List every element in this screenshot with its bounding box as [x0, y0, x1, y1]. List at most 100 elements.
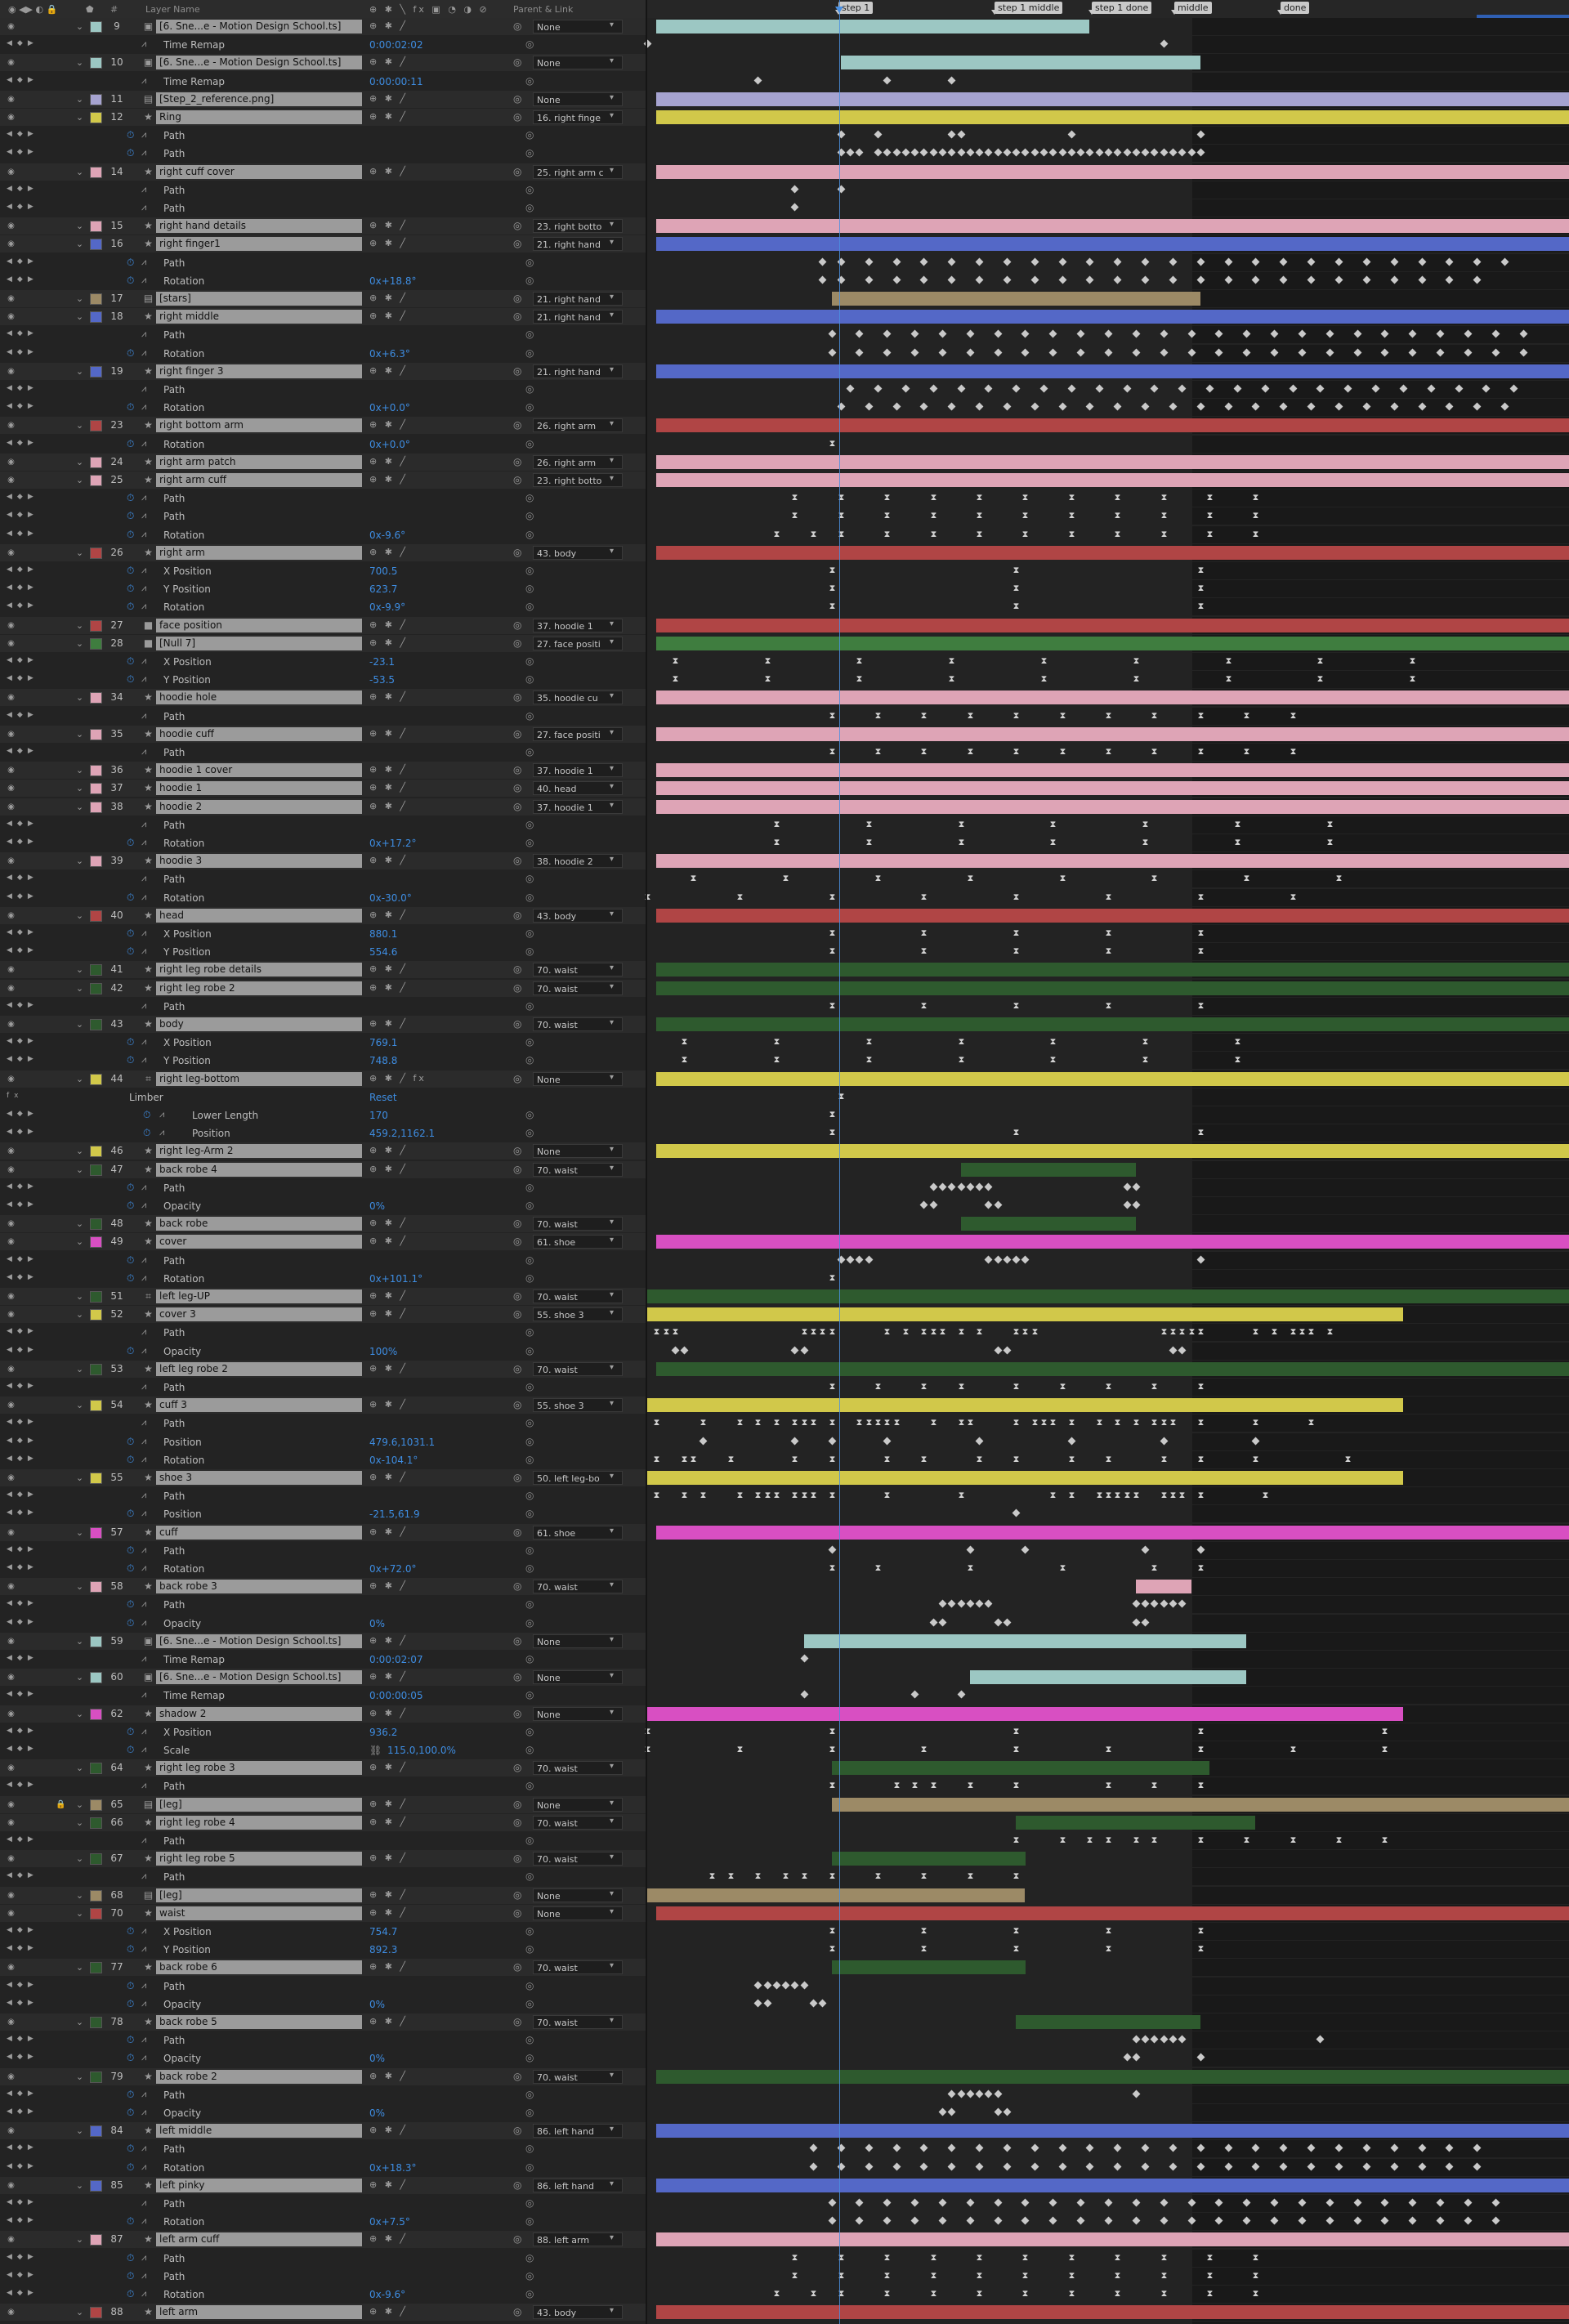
expression-pick-whip-icon[interactable]: ◎: [525, 1870, 534, 1882]
keyframe[interactable]: ⧗: [967, 874, 974, 883]
pick-whip-icon[interactable]: ◎: [513, 1817, 521, 1828]
graph-editor-icon[interactable]: ⩘: [141, 1980, 146, 1991]
expand-chevron-icon[interactable]: ⌄: [75, 1020, 84, 1029]
keyframe[interactable]: ⧗: [764, 674, 771, 684]
keyframe[interactable]: [892, 275, 901, 284]
keyframe[interactable]: [1178, 1599, 1187, 1608]
keyframe[interactable]: [1178, 2035, 1187, 2044]
layer-duration-bar[interactable]: [656, 1362, 1569, 1376]
property-value[interactable]: 554.6: [369, 946, 397, 958]
keyframe[interactable]: [938, 1618, 947, 1627]
keyframe[interactable]: ⧗: [976, 530, 983, 539]
keyframe[interactable]: ⧗: [920, 747, 928, 757]
expression-pick-whip-icon[interactable]: ◎: [525, 328, 534, 340]
expression-pick-whip-icon[interactable]: ◎: [525, 1598, 534, 1610]
timeline-track[interactable]: ⧗ ⧗ ⧗ ⧗ ⧗: [647, 925, 1569, 942]
layer-switches-icons[interactable]: ⊕ ✱ ╱: [369, 619, 408, 630]
keyframe[interactable]: [966, 329, 975, 338]
stopwatch-icon[interactable]: ⏱: [127, 1272, 134, 1285]
layer-name[interactable]: left leg robe 2: [156, 1362, 362, 1376]
layer-name[interactable]: hoodie 1 cover: [156, 763, 362, 777]
layer-duration-bar[interactable]: [656, 2305, 1569, 2319]
expression-pick-whip-icon[interactable]: ◎: [525, 2052, 534, 2063]
keyframe[interactable]: ⧗: [829, 583, 836, 593]
stopwatch-icon[interactable]: ⏱: [127, 129, 134, 141]
layer-switches-icons[interactable]: ⊕ ✱ ╱: [369, 1472, 408, 1482]
property-value[interactable]: 936.2: [369, 1727, 397, 1738]
keyframe[interactable]: ⧗: [930, 2271, 937, 2281]
keyframe-navigator-icons[interactable]: ◀◆▶: [7, 1110, 38, 1118]
keyframe[interactable]: ⧗: [1178, 1490, 1186, 1500]
label-color-swatch[interactable]: [90, 221, 102, 232]
layer-switches-icons[interactable]: ⊕ ✱ ╱: [369, 419, 408, 430]
graph-editor-icon[interactable]: ⩘: [141, 601, 146, 612]
expression-pick-whip-icon[interactable]: ◎: [525, 2034, 534, 2045]
expand-chevron-icon[interactable]: ⌄: [75, 95, 84, 104]
keyframe[interactable]: ⧗: [1243, 711, 1250, 721]
keyframe[interactable]: [947, 402, 956, 411]
visibility-eye-icon[interactable]: ◉: [7, 1800, 16, 1809]
keyframe[interactable]: [947, 2162, 956, 2171]
keyframe[interactable]: ⧗: [829, 1128, 836, 1137]
keyframe[interactable]: [818, 275, 827, 284]
expression-pick-whip-icon[interactable]: ◎: [525, 819, 534, 830]
keyframe[interactable]: ⧗: [1068, 1490, 1075, 1500]
keyframe[interactable]: [892, 402, 901, 411]
expression-pick-whip-icon[interactable]: ◎: [525, 1000, 534, 1012]
pick-whip-icon[interactable]: ◎: [513, 1635, 521, 1647]
keyframe[interactable]: ⧗: [1290, 747, 1297, 757]
timeline-track[interactable]: [647, 1687, 1569, 1704]
visibility-eye-icon[interactable]: ◉: [7, 168, 16, 177]
layer-row[interactable]: ◉ ⌄ 15 ★ right hand details ⊕ ✱ ╱ ◎ 23. right b…: [0, 217, 1569, 235]
keyframe[interactable]: ⧗: [1105, 1001, 1112, 1011]
keyframe[interactable]: [1132, 1599, 1141, 1608]
layer-row[interactable]: ◉ ⌄ 57 ★ cuff ⊕ ✱ ╱ ◎ 61. shoe ▾: [0, 1524, 1569, 1541]
keyframe[interactable]: ⧗: [1197, 747, 1205, 757]
graph-editor-icon[interactable]: ⩘: [141, 2270, 146, 2282]
graph-editor-icon[interactable]: ⩘: [141, 710, 146, 722]
visibility-eye-icon[interactable]: ◉: [7, 22, 16, 31]
pick-whip-icon[interactable]: ◎: [513, 419, 521, 431]
keyframe[interactable]: [865, 2162, 874, 2171]
pick-whip-icon[interactable]: ◎: [513, 1290, 521, 1302]
property-value[interactable]: 0x+0.0°: [369, 402, 410, 413]
keyframe[interactable]: ⧗: [1234, 1055, 1241, 1065]
dropdown-chevron-icon[interactable]: ▾: [610, 547, 614, 556]
stopwatch-icon[interactable]: ⏱: [127, 673, 134, 686]
timeline-track[interactable]: [647, 1669, 1569, 1686]
visibility-eye-icon[interactable]: ◉: [7, 1219, 16, 1228]
keyframe[interactable]: ⧗: [700, 1490, 707, 1500]
timeline-track[interactable]: [647, 2086, 1569, 2103]
layer-duration-bar[interactable]: [656, 1235, 1569, 1249]
keyframe[interactable]: ⧗: [1326, 1327, 1334, 1337]
keyframe[interactable]: ⧗: [930, 2253, 937, 2263]
stopwatch-icon[interactable]: ⏱: [127, 1980, 134, 1992]
keyframe[interactable]: ⧗: [810, 1327, 817, 1337]
property-row[interactable]: ◀◆▶ ⩘ Time Remap 0:00:00:11 ◎: [0, 73, 1569, 90]
keyframe[interactable]: [1076, 2198, 1085, 2207]
layer-duration-bar[interactable]: [832, 1852, 1026, 1866]
av-switch-icons[interactable]: ◉ ◀▶ ◐ 🔒: [8, 4, 57, 15]
keyframe[interactable]: ⧗: [663, 1327, 670, 1337]
visibility-eye-icon[interactable]: ◉: [7, 1237, 16, 1246]
property-row[interactable]: ◀◆▶ ⏱ ⩘ Position -21.5,61.9 ◎: [0, 1505, 1569, 1522]
time-ruler[interactable]: step 1 step 1 middle step 1 done middle done: [647, 0, 1569, 19]
keyframe[interactable]: [984, 148, 993, 157]
property-row[interactable]: ◀◆▶ ⩘ Path ◎ ⧗ ⧗ ⧗ ⧗ ⧗ ⧗ ⧗ ⧗ ⧗ ⧗ ⧗: [0, 744, 1569, 761]
timeline-track[interactable]: ⧗ ⧗ ⧗ ⧗ ⧗ ⧗ ⧗ ⧗ ⧗: [647, 1777, 1569, 1794]
keyframe[interactable]: [1123, 148, 1132, 157]
timeline-track[interactable]: [647, 127, 1569, 144]
keyframe[interactable]: [1058, 257, 1067, 266]
pick-whip-icon[interactable]: ◎: [513, 2233, 521, 2245]
keyframe[interactable]: ⧗: [1105, 1455, 1112, 1464]
property-row[interactable]: ◀◆▶ ⩘ Path ◎ ⧗ ⧗ ⧗ ⧗ ⧗ ⧗ ⧗ ⧗ ⧗ ⧗ ⧗: [0, 708, 1569, 725]
timeline-track[interactable]: ⧗ ⧗ ⧗ ⧗ ⧗ ⧗ ⧗ ⧗: [645, 889, 1569, 906]
visibility-eye-icon[interactable]: ◉: [7, 2308, 16, 2317]
keyframe-navigator-icons[interactable]: ◀◆▶: [7, 1200, 38, 1209]
property-value[interactable]: 0x-104.1°: [369, 1455, 418, 1466]
keyframe[interactable]: [947, 1599, 956, 1608]
dropdown-chevron-icon[interactable]: ▾: [610, 2179, 614, 2188]
keyframe[interactable]: ⧗: [1096, 1490, 1103, 1500]
keyframe[interactable]: [855, 1255, 864, 1264]
keyframe[interactable]: [1160, 329, 1169, 338]
